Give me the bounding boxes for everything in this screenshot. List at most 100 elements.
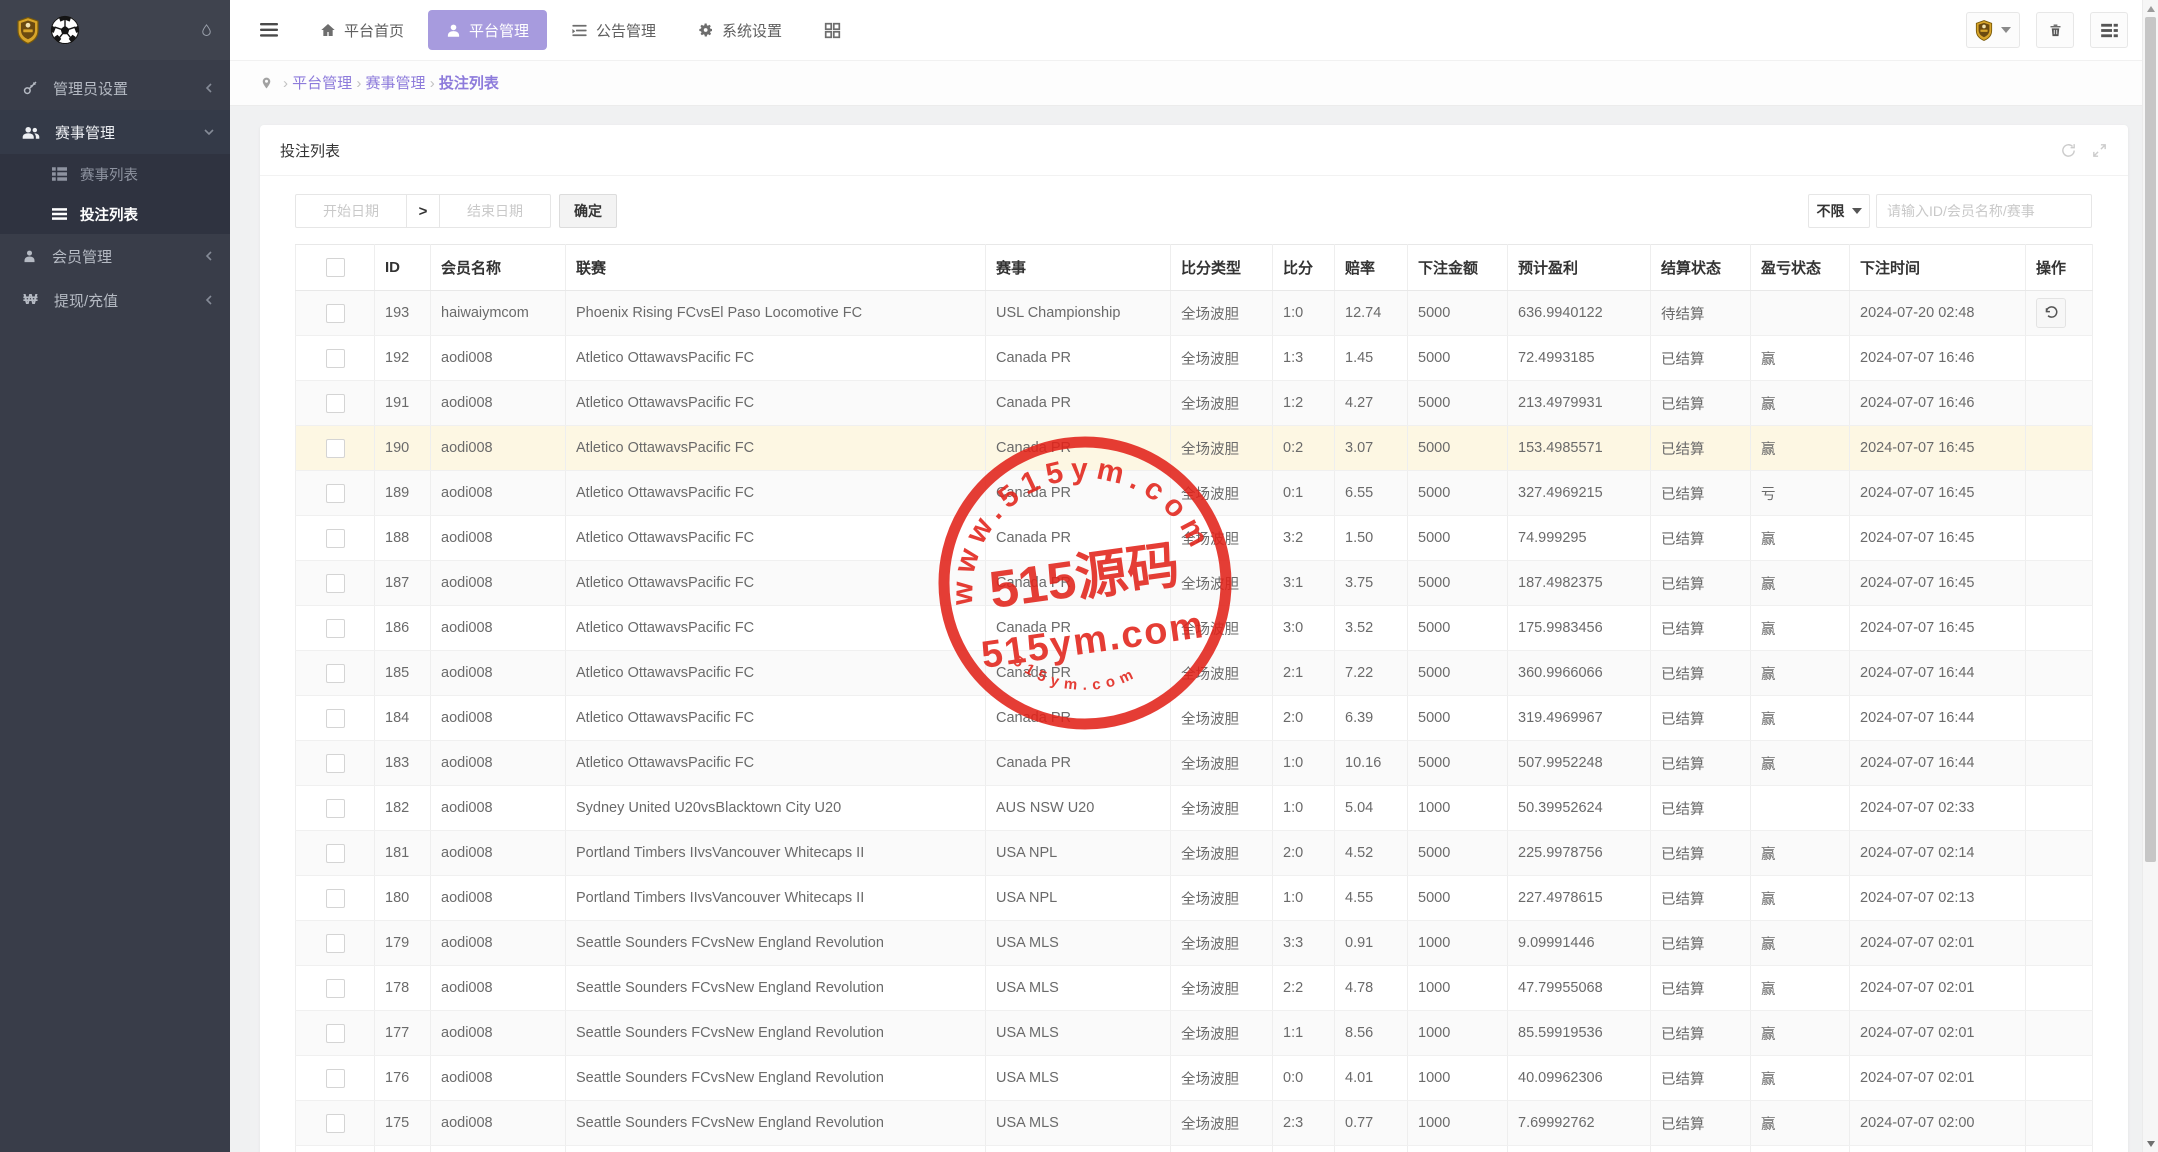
- row-checkbox[interactable]: [326, 349, 345, 368]
- sidebar-item-match[interactable]: 赛事管理: [0, 110, 230, 154]
- cell-actions: [2026, 921, 2093, 966]
- table-row: 186aodi008Atletico OttawavsPacific FCCan…: [296, 606, 2093, 651]
- row-checkbox[interactable]: [326, 799, 345, 818]
- layout-button[interactable]: [2090, 12, 2128, 48]
- row-checkbox[interactable]: [326, 889, 345, 908]
- row-checkbox[interactable]: [326, 1114, 345, 1133]
- search-input[interactable]: [1876, 194, 2092, 228]
- scroll-down-arrow-icon[interactable]: [2147, 1141, 2155, 1147]
- sidebar-item-finance[interactable]: ₩提现/充值: [0, 278, 230, 322]
- row-checkbox[interactable]: [326, 529, 345, 548]
- nav-item-platform[interactable]: 平台管理: [428, 10, 547, 50]
- cell-bet-amount: 5000: [1408, 876, 1508, 921]
- table-row: 185aodi008Atletico OttawavsPacific FCCan…: [296, 651, 2093, 696]
- cell-member-name: haiwaiymcom: [431, 291, 566, 336]
- gear-icon: [698, 22, 714, 38]
- table-row: 177aodi008Seattle Sounders FCvsNew Engla…: [296, 1011, 2093, 1056]
- end-date-input[interactable]: [439, 194, 551, 228]
- cell-win-loss: 赢: [1751, 1146, 1850, 1152]
- start-date-input[interactable]: [295, 194, 407, 228]
- cell-win-loss: 赢: [1751, 831, 1850, 876]
- row-checkbox[interactable]: [326, 439, 345, 458]
- cell-settle-status: 已结算: [1651, 336, 1751, 381]
- column-header: 联赛: [566, 245, 986, 291]
- breadcrumb-link[interactable]: 赛事管理: [366, 75, 426, 92]
- cell-odds: 12.74: [1335, 291, 1408, 336]
- row-checkbox[interactable]: [326, 1069, 345, 1088]
- sidebar-item-member[interactable]: 会员管理: [0, 234, 230, 278]
- date-range-arrow-button[interactable]: >: [406, 194, 440, 228]
- cell-league-teams: Atletico OttawavsPacific FC: [566, 561, 986, 606]
- cell-odds: 3.75: [1335, 561, 1408, 606]
- cell-expected-profit: 153.4985571: [1508, 426, 1651, 471]
- cell-expected-profit: 72.4993185: [1508, 336, 1651, 381]
- sidebar-item-match-list[interactable]: 赛事列表: [0, 154, 230, 194]
- cell-score-type: 全场波胆: [1171, 471, 1273, 516]
- scrollbar-thumb[interactable]: [2145, 17, 2156, 862]
- row-checkbox[interactable]: [326, 709, 345, 728]
- cell-bet-time: 2024-07-07 16:44: [1850, 696, 2026, 741]
- resettle-button[interactable]: [2036, 298, 2066, 328]
- row-checkbox[interactable]: [326, 484, 345, 503]
- cell-score: 1:1: [1273, 1011, 1335, 1056]
- row-checkbox[interactable]: [326, 394, 345, 413]
- cell-select: [296, 336, 375, 381]
- avatar-button[interactable]: [1966, 12, 2020, 48]
- cell-bet-amount: 5000: [1408, 291, 1508, 336]
- cell-bet-amount: 5000: [1408, 831, 1508, 876]
- cell-bet-time: 2024-07-07 16:46: [1850, 336, 2026, 381]
- clear-cache-button[interactable]: [2036, 12, 2074, 48]
- cell-event: USL Championship: [986, 291, 1171, 336]
- cell-score-type: 全场波胆: [1171, 831, 1273, 876]
- cell-score-type: 全场波胆: [1171, 921, 1273, 966]
- vertical-scrollbar[interactable]: [2142, 0, 2158, 1152]
- nav-item-label: 平台管理: [469, 20, 529, 41]
- bets-table: ID会员名称联赛赛事比分类型比分赔率下注金额预计盈利结算状态盈亏状态下注时间操作…: [295, 244, 2093, 1152]
- confirm-button[interactable]: 确定: [559, 194, 617, 228]
- column-header: 结算状态: [1651, 245, 1751, 291]
- menu-toggle-icon[interactable]: [260, 23, 278, 37]
- club-shield-logo: [16, 17, 40, 44]
- sidebar: 管理员设置赛事管理赛事列表投注列表会员管理₩提现/充值: [0, 0, 230, 1152]
- cell-event: USA NPL: [986, 876, 1171, 921]
- breadcrumb-link[interactable]: 投注列表: [439, 75, 499, 92]
- refresh-icon[interactable]: [2060, 142, 2077, 159]
- nav-item-home[interactable]: 平台首页: [302, 10, 422, 50]
- row-checkbox[interactable]: [326, 979, 345, 998]
- nav-item-apps[interactable]: [806, 10, 859, 50]
- cell-score: 2:1: [1273, 651, 1335, 696]
- scope-dropdown[interactable]: 不限: [1808, 194, 1870, 228]
- select-all-checkbox[interactable]: [326, 258, 345, 277]
- sidebar-item-admin[interactable]: 管理员设置: [0, 66, 230, 110]
- scroll-up-arrow-icon[interactable]: [2147, 6, 2155, 12]
- cell-member-name: aodi008: [431, 651, 566, 696]
- card-body: > 确定 不限 ID会员名称联赛赛事比分类型比分赔率下注金额预计盈利结算状态盈亏…: [260, 176, 2128, 1152]
- cell-league-teams: Seattle Sounders FCvsNew England Revolut…: [566, 921, 986, 966]
- cell-id: 177: [375, 1011, 431, 1056]
- nav-item-notice[interactable]: 公告管理: [553, 10, 674, 50]
- cell-bet-amount: 5000: [1408, 606, 1508, 651]
- row-checkbox[interactable]: [326, 754, 345, 773]
- row-checkbox[interactable]: [326, 1024, 345, 1043]
- breadcrumb-link[interactable]: 平台管理: [292, 75, 352, 92]
- column-header: 操作: [2026, 245, 2093, 291]
- row-checkbox[interactable]: [326, 844, 345, 863]
- row-checkbox[interactable]: [326, 619, 345, 638]
- th-list-icon: [52, 167, 67, 181]
- sidebar-item-bet-list[interactable]: 投注列表: [0, 194, 230, 234]
- row-checkbox[interactable]: [326, 664, 345, 683]
- column-header: 预计盈利: [1508, 245, 1651, 291]
- cell-member-name: aodi008: [431, 561, 566, 606]
- row-checkbox[interactable]: [326, 574, 345, 593]
- cell-odds: 4.01: [1335, 1056, 1408, 1101]
- row-checkbox[interactable]: [326, 934, 345, 953]
- column-header: 赔率: [1335, 245, 1408, 291]
- cell-id: 186: [375, 606, 431, 651]
- nav-item-system[interactable]: 系统设置: [680, 10, 800, 50]
- row-checkbox[interactable]: [326, 304, 345, 323]
- cell-bet-time: 2024-07-07 16:45: [1850, 426, 2026, 471]
- fullscreen-icon[interactable]: [2091, 142, 2108, 159]
- water-drop-icon[interactable]: [199, 21, 214, 40]
- cell-expected-profit: 225.9978756: [1508, 831, 1651, 876]
- cell-score-type: 全场波胆: [1171, 1056, 1273, 1101]
